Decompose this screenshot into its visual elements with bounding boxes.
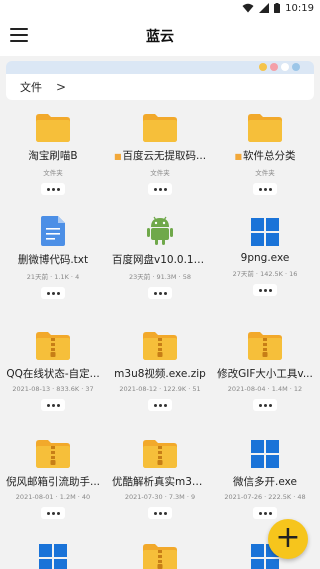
file-tile[interactable]: 淘宝刷喵B 文件夹 <box>0 106 106 195</box>
menu-icon[interactable] <box>10 28 28 42</box>
battery-icon <box>274 3 281 13</box>
breadcrumb-root[interactable]: 文件 <box>20 79 42 95</box>
app-bar: 蓝云 <box>0 16 320 56</box>
app-title: 蓝云 <box>146 29 174 45</box>
windows-exe-icon <box>245 432 285 468</box>
more-options-button[interactable] <box>253 284 277 296</box>
file-meta: 2021-08-04 · 1.4M · 12 <box>227 385 303 393</box>
windows-exe-icon <box>33 536 73 569</box>
file-meta: 23天前 · 91.3M · 58 <box>128 273 192 281</box>
file-name-text: 修改GIF大小工具v... <box>217 368 313 380</box>
file-name: QQ在线状态-自定... <box>6 366 99 381</box>
file-tile[interactable]: ■百度云无提取码... 文件夹 <box>107 106 213 195</box>
file-name: 删微博代码.txt <box>18 252 88 267</box>
file-tile[interactable]: 倪风邮箱引流助手... 2021-08-01 · 1.2M · 40 <box>0 432 106 519</box>
chevron-right-icon: > <box>56 80 67 94</box>
file-meta: 文件夹 <box>43 169 63 177</box>
file-tile[interactable]: 修改GIF大小工具v... 2021-08-04 · 1.4M · 12 <box>212 324 318 411</box>
file-name-text: 软件总分类 <box>243 150 296 162</box>
folder-icon <box>245 106 285 142</box>
file-tile[interactable] <box>107 536 213 569</box>
zip-folder-icon <box>140 536 180 569</box>
file-name: 倪风邮箱引流助手... <box>6 474 100 489</box>
banner-illustration <box>6 61 314 74</box>
file-tile[interactable]: 9png.exe 27天前 · 142.5K · 16 <box>212 210 318 296</box>
file-meta: 21天前 · 1.1K · 4 <box>26 273 80 281</box>
more-options-button[interactable] <box>253 399 277 411</box>
zip-folder-icon <box>33 324 73 360</box>
file-meta: 文件夹 <box>255 169 275 177</box>
zip-folder-icon <box>140 324 180 360</box>
file-name-text: 百度网盘v10.0.13... <box>112 254 208 266</box>
windows-exe-icon <box>245 210 285 246</box>
file-name: 淘宝刷喵B <box>28 148 77 163</box>
file-meta: 2021-07-26 · 222.5K · 48 <box>224 493 306 501</box>
file-meta: 2021-08-01 · 1.2M · 40 <box>15 493 91 501</box>
more-options-button[interactable] <box>253 183 277 195</box>
more-options-button[interactable] <box>41 183 65 195</box>
more-options-button[interactable] <box>148 399 172 411</box>
file-name-text: 百度云无提取码... <box>122 150 207 162</box>
file-name-text: 淘宝刷喵B <box>28 150 78 162</box>
file-meta: 文件夹 <box>150 169 170 177</box>
file-name: 微信多开.exe <box>233 474 297 489</box>
breadcrumb: 文件 > <box>6 74 314 100</box>
zip-folder-icon <box>140 432 180 468</box>
more-options-button[interactable] <box>41 287 65 299</box>
file-name-text: 优酷解析真实m3u... <box>112 476 208 488</box>
add-button[interactable]: + <box>268 519 308 559</box>
android-apk-icon <box>140 210 180 246</box>
folder-icon <box>33 106 73 142</box>
file-tile[interactable]: 删微博代码.txt 21天前 · 1.1K · 4 <box>0 210 106 299</box>
more-options-button[interactable] <box>148 183 172 195</box>
file-grid: 淘宝刷喵B 文件夹 ■百度云无提取码... 文件夹 ■软件总分类 文件夹 删微博代码.txt… <box>0 102 320 569</box>
file-name: ■百度云无提取码... <box>114 148 206 163</box>
lock-icon: ■ <box>234 152 243 161</box>
file-name-text: 9png.exe <box>240 252 290 264</box>
text-file-icon <box>33 210 73 246</box>
folder-icon <box>140 106 180 142</box>
file-meta: 2021-07-30 · 7.3M · 9 <box>124 493 196 501</box>
file-tile[interactable] <box>0 536 106 569</box>
file-tile[interactable]: 优酷解析真实m3u... 2021-07-30 · 7.3M · 9 <box>107 432 213 519</box>
wifi-icon <box>242 3 254 13</box>
file-name: 9png.exe <box>241 252 290 264</box>
status-time: 10:19 <box>285 2 314 14</box>
file-name-text: 微信多开.exe <box>233 476 297 488</box>
file-tile[interactable]: 微信多开.exe 2021-07-26 · 222.5K · 48 <box>212 432 318 519</box>
file-tile[interactable]: QQ在线状态-自定... 2021-08-13 · 833.6K · 37 <box>0 324 106 411</box>
file-name: 修改GIF大小工具v... <box>217 366 313 381</box>
file-meta: 27天前 · 142.5K · 16 <box>232 270 298 278</box>
zip-folder-icon <box>33 432 73 468</box>
more-options-button[interactable] <box>41 399 65 411</box>
more-options-button[interactable] <box>148 507 172 519</box>
lock-icon: ■ <box>113 152 122 161</box>
plus-icon: + <box>275 519 301 555</box>
file-name: 百度网盘v10.0.13... <box>112 252 208 267</box>
zip-folder-icon <box>245 324 285 360</box>
file-meta: 2021-08-12 · 122.9K · 51 <box>119 385 201 393</box>
file-name-text: QQ在线状态-自定... <box>6 368 100 380</box>
file-name-text: 倪风邮箱引流助手... <box>5 476 100 488</box>
more-options-button[interactable] <box>41 507 65 519</box>
more-options-button[interactable] <box>253 507 277 519</box>
file-tile[interactable]: ■软件总分类文件夹 <box>212 106 318 195</box>
file-meta: 2021-08-13 · 833.6K · 37 <box>12 385 94 393</box>
signal-icon <box>259 3 270 13</box>
file-tile[interactable]: m3u8视频.exe.zip 2021-08-12 · 122.9K · 51 <box>107 324 213 411</box>
file-name-text: 删微博代码.txt <box>17 254 89 266</box>
file-name: m3u8视频.exe.zip <box>114 366 206 381</box>
file-tile[interactable]: 百度网盘v10.0.13... 23天前 · 91.3M · 58 <box>107 210 213 299</box>
file-name-text: m3u8视频.exe.zip <box>114 368 206 380</box>
more-options-button[interactable] <box>148 287 172 299</box>
file-name: 优酷解析真实m3u... <box>112 474 208 489</box>
status-bar: 10:19 <box>0 0 320 16</box>
file-name: ■软件总分类 <box>234 148 295 163</box>
